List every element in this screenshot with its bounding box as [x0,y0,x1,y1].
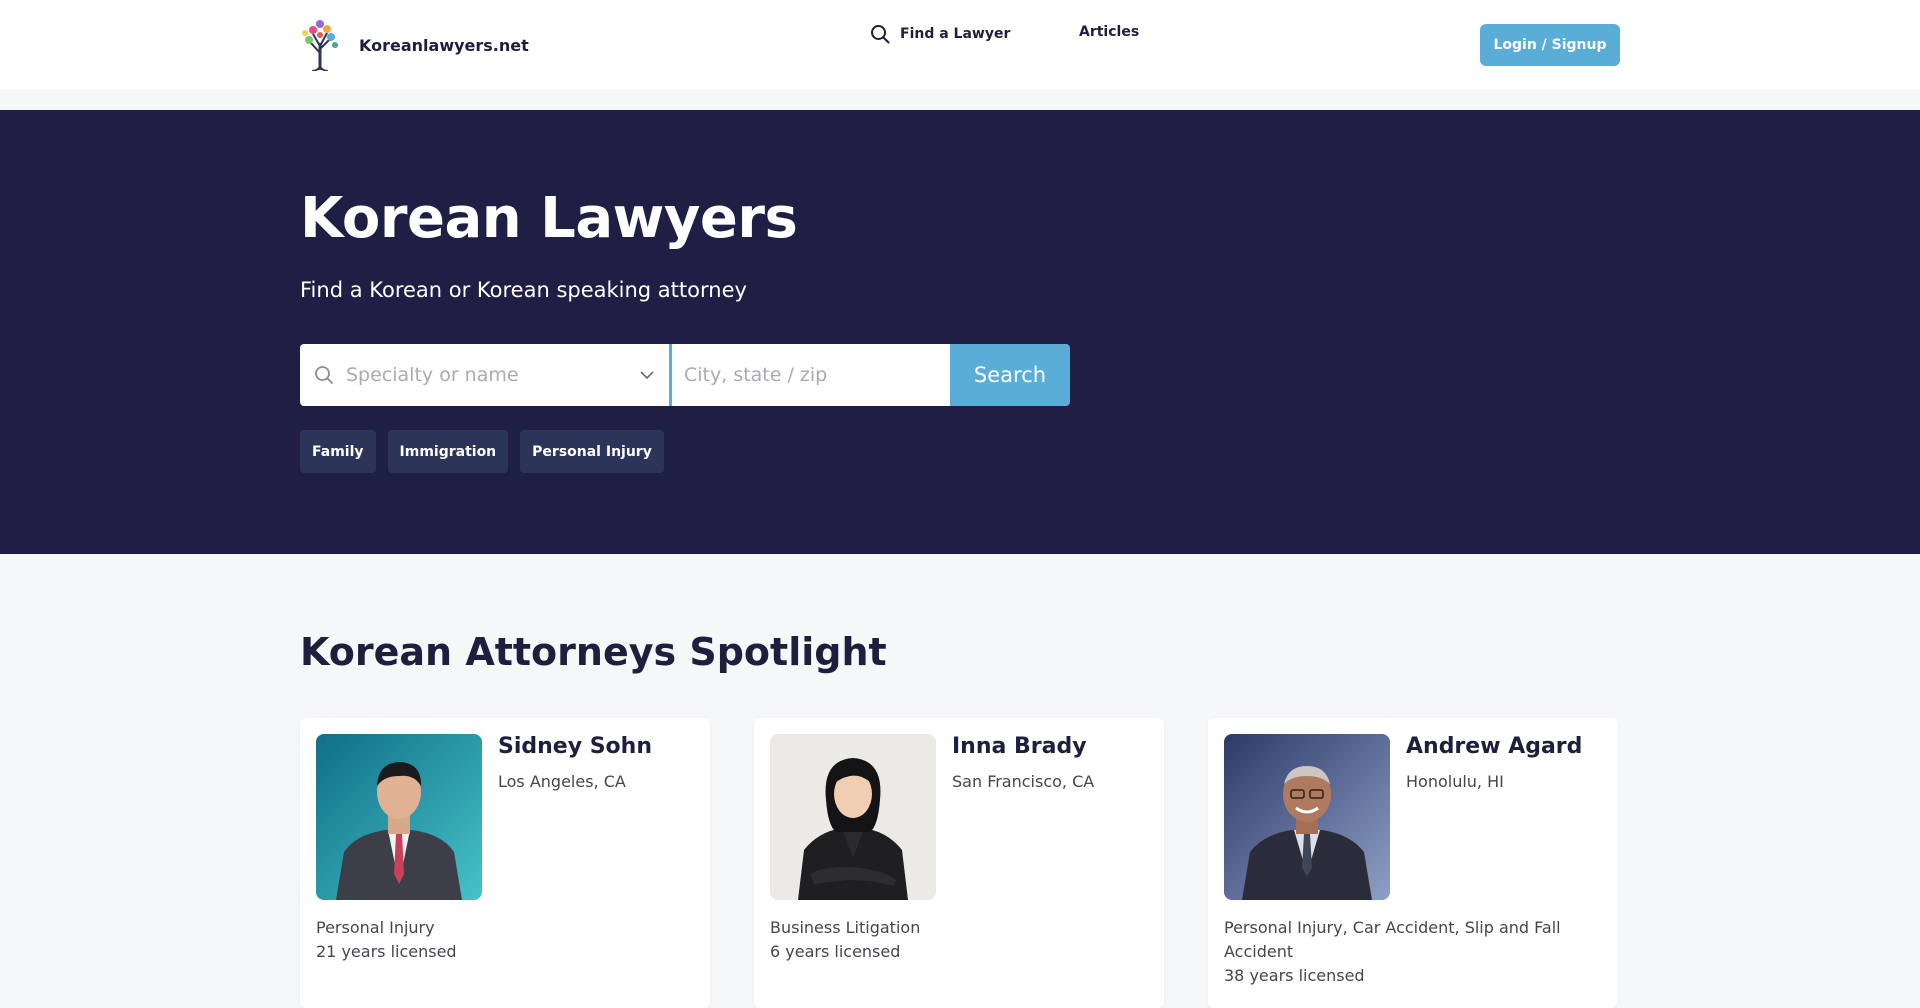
attorney-practice-areas: Business Litigation [770,918,921,937]
attorney-location: Honolulu, HI [1406,772,1504,791]
attorney-name[interactable]: Sidney Sohn [498,734,652,759]
location-input[interactable] [672,344,950,406]
nav-find-lawyer[interactable]: Find a Lawyer [870,24,1010,44]
attorney-photo [770,734,936,900]
attorney-cards: Sidney Sohn Los Angeles, CA Personal Inj… [300,718,1620,1008]
attorney-details: Personal Injury, Car Accident, Slip and … [1224,916,1604,988]
spotlight-title: Korean Attorneys Spotlight [300,630,887,674]
tree-logo-icon [302,20,338,71]
attorney-location: Los Angeles, CA [498,772,626,791]
attorney-name[interactable]: Andrew Agard [1406,734,1582,759]
attorney-location: San Francisco, CA [952,772,1095,791]
quick-filter-chips: Family Immigration Personal Injury [300,430,676,473]
specialty-select[interactable] [300,344,669,406]
search-icon [871,25,890,44]
attorney-photo [316,734,482,900]
chip-family[interactable]: Family [300,430,376,473]
search-button[interactable]: Search [950,344,1070,406]
attorney-photo-image [316,734,482,900]
nav-articles-label: Articles [1079,24,1140,40]
attorney-photo [1224,734,1390,900]
nav-articles[interactable]: Articles [1079,24,1139,40]
hero-section: Korean Lawyers Find a Korean or Korean s… [0,110,1920,554]
brand-name: Koreanlawyers.net [359,35,529,55]
attorney-photo-image [770,734,936,900]
site-header: Koreanlawyers.net Find a Lawyer Articles… [0,0,1920,89]
attorney-years-licensed: 38 years licensed [1224,966,1365,985]
attorney-card[interactable]: Inna Brady San Francisco, CA Business Li… [754,718,1164,1008]
specialty-input[interactable] [300,344,669,406]
chevron-down-icon[interactable] [639,369,655,381]
attorney-card[interactable]: Sidney Sohn Los Angeles, CA Personal Inj… [300,718,710,1008]
attorney-details: Personal Injury 21 years licensed [316,916,696,964]
header-divider [0,89,1920,110]
attorney-details: Business Litigation 6 years licensed [770,916,1150,964]
search-bar: Search [300,344,1070,406]
attorney-practice-areas: Personal Injury, Car Accident, Slip and … [1224,918,1561,961]
attorney-card[interactable]: Andrew Agard Honolulu, HI Personal Injur… [1208,718,1618,1008]
search-icon [315,366,333,384]
attorney-photo-image [1224,734,1390,900]
chip-immigration[interactable]: Immigration [387,430,509,473]
attorney-practice-areas: Personal Injury [316,918,435,937]
hero-subtitle: Find a Korean or Korean speaking attorne… [300,278,747,302]
location-field [672,344,950,406]
page-title: Korean Lawyers [300,186,798,251]
chip-personal-injury[interactable]: Personal Injury [520,430,664,473]
attorney-years-licensed: 21 years licensed [316,942,457,961]
brand-link[interactable]: Koreanlawyers.net [300,19,529,71]
login-signup-button[interactable]: Login / Signup [1480,24,1620,66]
attorney-years-licensed: 6 years licensed [770,942,901,961]
attorney-name[interactable]: Inna Brady [952,734,1087,759]
nav-find-lawyer-label: Find a Lawyer [900,26,1011,42]
